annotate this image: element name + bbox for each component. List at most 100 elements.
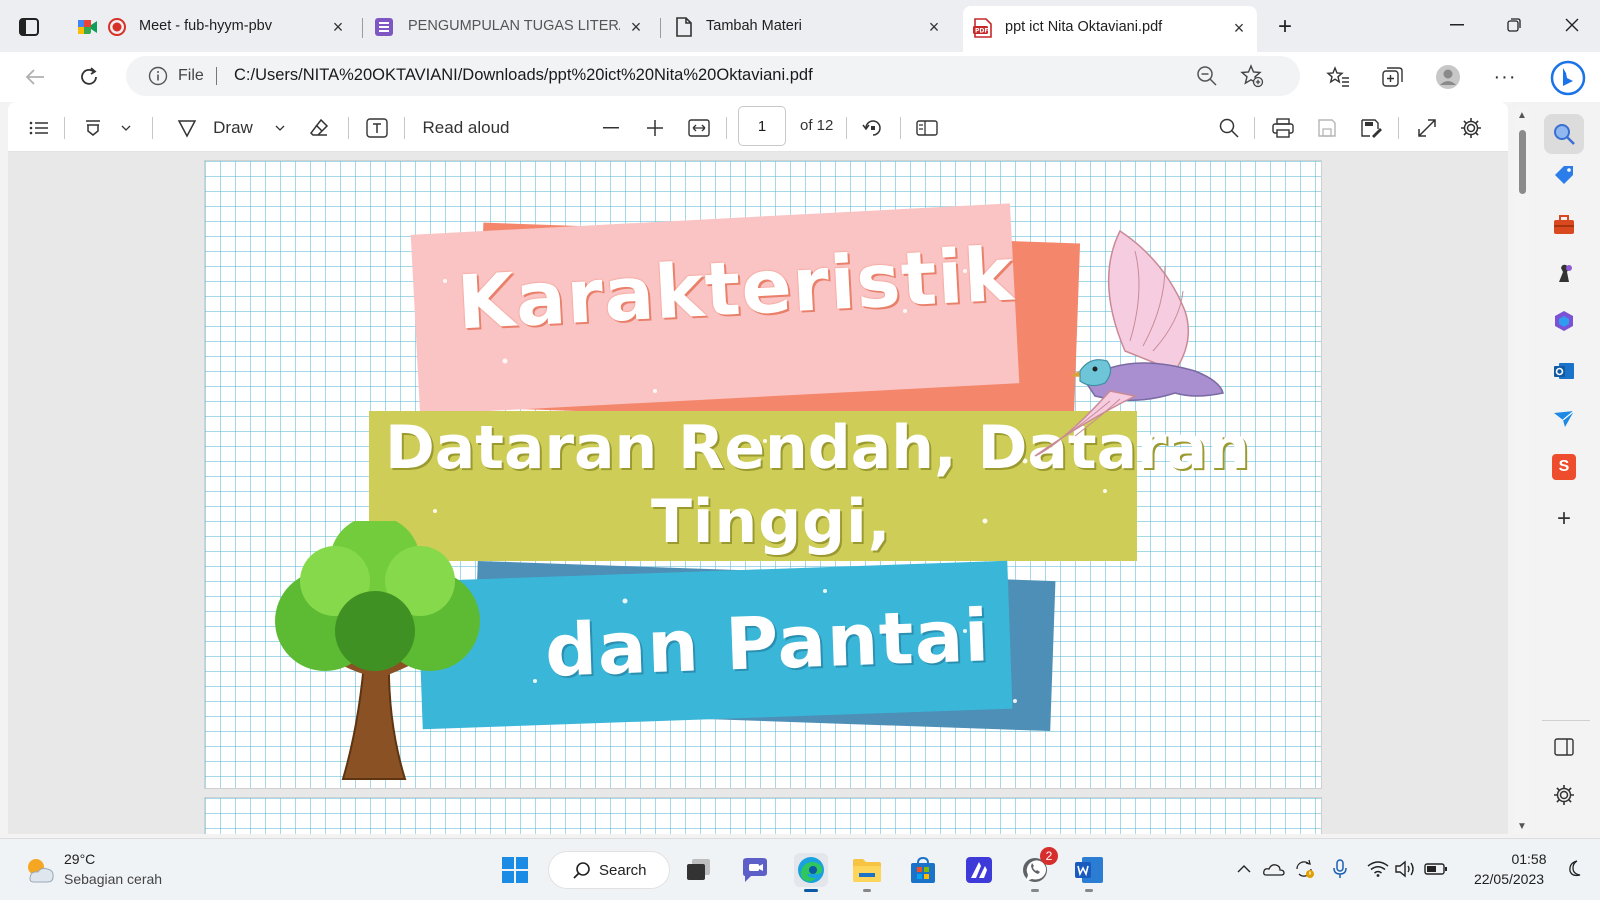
vpn-app-icon[interactable] — [962, 853, 996, 887]
running-indicator — [1031, 889, 1039, 892]
send-plane-icon[interactable] — [1549, 404, 1579, 434]
weather-temperature[interactable]: 29°C — [64, 851, 95, 867]
window-close-icon[interactable] — [1552, 10, 1592, 40]
tab-label: Meet - fub-hyym-pbv — [139, 18, 272, 34]
print-icon[interactable] — [1268, 114, 1298, 142]
zoom-minus-icon[interactable] — [596, 114, 626, 142]
close-icon[interactable]: × — [1229, 18, 1249, 38]
clock-time[interactable]: 01:58 — [1505, 851, 1553, 867]
edge-browser-icon[interactable] — [794, 853, 828, 892]
edge-sidebar: S + — [1532, 102, 1600, 838]
favorites-icon[interactable] — [1323, 62, 1353, 92]
toolbar-divider — [1398, 117, 1399, 139]
toolbar-divider — [404, 117, 405, 139]
tab-pengumpulan[interactable]: PENGUMPULAN TUGAS LITERASI × — [366, 8, 654, 46]
sidebar-layout-icon[interactable] — [1549, 732, 1579, 762]
zoom-out-icon[interactable] — [1196, 65, 1218, 92]
fit-to-width-icon[interactable] — [684, 114, 714, 142]
microsoft-word-icon[interactable] — [1072, 853, 1106, 892]
pdf-page: Karakteristik Dataran Rendah, Dataran Ti… — [204, 160, 1322, 789]
highlight-icon[interactable] — [78, 114, 108, 142]
bing-chat-icon[interactable] — [1548, 58, 1588, 98]
add-sidebar-app-icon[interactable]: + — [1549, 504, 1579, 534]
notification-badge: 2 — [1040, 847, 1058, 865]
shopee-icon[interactable]: S — [1552, 454, 1576, 480]
tree-illustration — [275, 521, 480, 780]
scroll-up-icon[interactable]: ▲ — [1517, 110, 1527, 121]
collections-icon[interactable] — [1378, 62, 1408, 92]
add-favorite-icon[interactable] — [1240, 64, 1264, 93]
add-text-icon[interactable] — [362, 114, 392, 142]
tools-briefcase-icon[interactable] — [1549, 210, 1579, 240]
restore-icon[interactable] — [1494, 10, 1534, 40]
outlook-icon[interactable] — [1549, 356, 1579, 386]
weather-description[interactable]: Sebagian cerah — [64, 871, 162, 887]
scroll-down-icon[interactable]: ▼ — [1517, 821, 1527, 832]
read-aloud-button[interactable]: Read aloud — [418, 114, 514, 142]
sync-warning-icon[interactable] — [1292, 857, 1316, 881]
tab-pdf-active[interactable]: PDF ppt ict Nita Oktaviani.pdf × — [963, 6, 1257, 52]
tab-tambah-materi[interactable]: Tambah Materi × — [664, 8, 952, 46]
save-icon[interactable] — [1312, 114, 1342, 142]
tab-meet[interactable]: Meet - fub-hyym-pbv × — [70, 8, 356, 46]
close-icon[interactable]: × — [924, 17, 944, 37]
page-view-icon[interactable] — [912, 114, 942, 142]
zoom-plus-icon[interactable] — [640, 114, 670, 142]
battery-icon[interactable] — [1424, 857, 1448, 881]
minimize-icon[interactable] — [1437, 10, 1477, 40]
draw-button[interactable]: Draw — [208, 114, 258, 142]
show-hidden-icons-icon[interactable] — [1232, 857, 1256, 881]
new-tab-button[interactable]: + — [1270, 12, 1300, 42]
chevron-down-icon[interactable] — [116, 114, 136, 142]
task-view-icon[interactable] — [682, 853, 716, 887]
draw-pen-icon[interactable] — [172, 114, 202, 142]
pdf-page-next — [204, 797, 1322, 834]
shopping-tag-icon[interactable] — [1549, 160, 1579, 190]
file-explorer-icon[interactable] — [850, 853, 884, 892]
tab-strip: Meet - fub-hyym-pbv × PENGUMPULAN TUGAS … — [0, 0, 1600, 52]
pdf-viewer[interactable]: Karakteristik Dataran Rendah, Dataran Ti… — [8, 152, 1508, 834]
taskbar-search[interactable]: Search — [548, 851, 670, 889]
back-arrow-icon[interactable] — [20, 62, 50, 92]
save-as-icon[interactable] — [1356, 114, 1386, 142]
viewer-scrollbar[interactable]: ▲ ▼ — [1515, 108, 1529, 834]
recording-icon — [108, 18, 126, 40]
microphone-icon[interactable] — [1328, 857, 1352, 881]
clock-date[interactable]: 22/05/2023 — [1466, 871, 1552, 887]
refresh-icon[interactable] — [74, 62, 104, 92]
games-chess-icon[interactable] — [1549, 258, 1579, 288]
active-indicator — [804, 889, 818, 892]
address-bar[interactable]: File C:/Users/NITA%20OKTAVIANI/Downloads… — [126, 56, 1300, 96]
whatsapp-icon[interactable]: 2 — [1018, 847, 1058, 892]
windows-start-icon[interactable] — [498, 853, 532, 887]
wifi-icon[interactable] — [1366, 857, 1390, 881]
url-text[interactable]: C:/Users/NITA%20OKTAVIANI/Downloads/ppt%… — [234, 66, 813, 85]
fullscreen-icon[interactable] — [1412, 114, 1442, 142]
close-icon[interactable]: × — [626, 17, 646, 37]
search-sidebar-icon[interactable] — [1544, 114, 1584, 154]
sidebar-settings-icon[interactable] — [1549, 780, 1579, 810]
search-icon[interactable] — [1214, 114, 1244, 142]
page-number-input[interactable]: 1 — [738, 106, 786, 146]
rotate-icon[interactable] — [858, 114, 888, 142]
weather-partly-sunny-icon[interactable] — [22, 853, 56, 892]
microsoft-365-icon[interactable] — [1549, 306, 1579, 336]
running-indicator — [863, 889, 871, 892]
teams-chat-icon[interactable] — [738, 853, 772, 887]
scrollbar-thumb[interactable] — [1519, 130, 1526, 194]
more-options-icon[interactable]: ··· — [1490, 62, 1520, 92]
volume-icon[interactable] — [1394, 857, 1418, 881]
focus-moon-icon[interactable] — [1562, 857, 1586, 881]
onedrive-cloud-icon[interactable] — [1262, 857, 1286, 881]
google-meet-icon — [78, 18, 98, 40]
chevron-down-icon[interactable] — [270, 114, 290, 142]
toolbar-divider — [152, 117, 153, 139]
profile-avatar-icon[interactable] — [1433, 62, 1463, 92]
table-of-contents-icon[interactable] — [24, 114, 54, 142]
settings-gear-icon[interactable] — [1456, 114, 1486, 142]
eraser-icon[interactable] — [304, 114, 334, 142]
info-icon[interactable] — [148, 66, 168, 91]
microsoft-store-icon[interactable] — [906, 853, 940, 887]
close-icon[interactable]: × — [328, 17, 348, 37]
tab-actions-icon[interactable] — [14, 14, 44, 40]
